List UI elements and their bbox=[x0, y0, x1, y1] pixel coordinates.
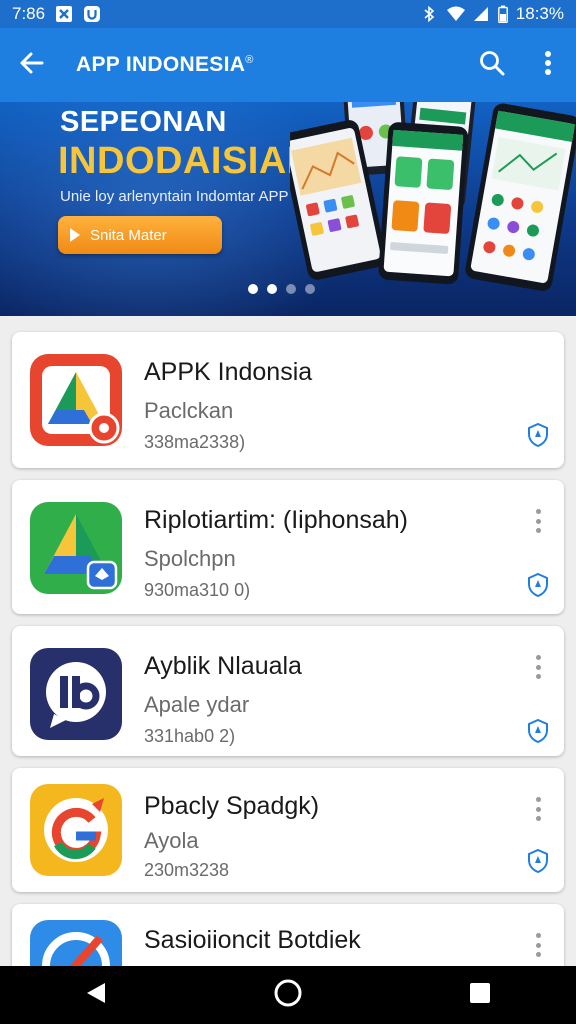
app-list-item[interactable]: Riplotiartim: (Iiphonsah) Spolchpn 930ma… bbox=[12, 480, 564, 614]
nav-home-icon bbox=[273, 978, 303, 1013]
pager-dot[interactable] bbox=[248, 284, 258, 294]
shield-icon bbox=[528, 422, 548, 448]
app-list[interactable]: APPK Indonsia Paclckan 338ma2338) Riplot… bbox=[0, 316, 576, 966]
app-name: Sasioiioncit Botdiek bbox=[144, 926, 361, 954]
app-blue-icon bbox=[30, 920, 122, 966]
phones-illustration bbox=[290, 102, 576, 291]
app-meta: 331hab0 2) bbox=[144, 726, 236, 746]
shield-button[interactable] bbox=[526, 718, 550, 744]
notification-app-icon bbox=[83, 5, 101, 23]
app-category: Ayola bbox=[144, 828, 199, 853]
app-title-text: APP INDONESIA bbox=[76, 53, 246, 76]
more-options-button[interactable] bbox=[526, 506, 550, 536]
more-vert-icon bbox=[544, 50, 552, 81]
shield-icon bbox=[528, 718, 548, 744]
app-navy-icon bbox=[30, 648, 122, 740]
app-name: Pbacly Spadgk) bbox=[144, 792, 320, 820]
banner-cta-button[interactable]: Snita Mater bbox=[58, 216, 222, 254]
overflow-menu-button[interactable] bbox=[520, 28, 576, 102]
app-name: Ayblik Nlauala bbox=[144, 652, 302, 680]
app-name: APPK Indonsia bbox=[144, 358, 313, 386]
app-meta: 230m3238 bbox=[144, 860, 230, 880]
banner-cta-label: Snita Mater bbox=[90, 226, 167, 244]
banner-headline-2: INDODAISIAI bbox=[58, 140, 298, 182]
app-category: Spolchpn bbox=[144, 546, 236, 571]
banner-headline-1: SEPEONAN bbox=[60, 106, 227, 138]
wifi-icon bbox=[446, 5, 465, 23]
shield-icon bbox=[528, 848, 548, 874]
app-list-item[interactable]: Sasioiioncit Botdiek bbox=[12, 904, 564, 966]
registered-mark: ® bbox=[245, 54, 254, 66]
app-list-item[interactable]: APPK Indonsia Paclckan 338ma2338) bbox=[12, 332, 564, 468]
app-list-item[interactable]: Pbacly Spadgk) Ayola 230m3238 bbox=[12, 768, 564, 892]
app-bar: APP INDONESIA® bbox=[0, 28, 576, 102]
nav-recents-icon bbox=[468, 981, 492, 1010]
shield-button[interactable] bbox=[526, 572, 550, 598]
status-time: 7:86 bbox=[12, 4, 46, 23]
app-list-item[interactable]: Ayblik Nlauala Apale ydar 331hab0 2) bbox=[12, 626, 564, 756]
nav-home-button[interactable] bbox=[258, 966, 318, 1024]
nav-recents-button[interactable] bbox=[450, 966, 510, 1024]
app-green-icon bbox=[30, 502, 122, 594]
shield-button[interactable] bbox=[526, 848, 550, 874]
nav-back-icon bbox=[83, 980, 109, 1011]
notification-x-icon bbox=[55, 5, 73, 23]
play-icon bbox=[70, 228, 80, 242]
pager-dot[interactable] bbox=[267, 284, 277, 294]
app-name: Riplotiartim: (Iiphonsah) bbox=[144, 506, 408, 534]
signal-icon bbox=[472, 5, 490, 23]
more-options-button[interactable] bbox=[526, 652, 550, 682]
promo-banner[interactable]: SEPEONAN INDODAISIAI Unie loy arlenyntai… bbox=[0, 102, 576, 316]
shield-button[interactable] bbox=[526, 422, 550, 448]
back-arrow-icon bbox=[18, 49, 46, 82]
bluetooth-icon bbox=[420, 5, 438, 23]
back-button[interactable] bbox=[0, 28, 64, 102]
app-yellow-icon bbox=[30, 784, 122, 876]
app-red-icon bbox=[30, 354, 122, 446]
app-title: APP INDONESIA® bbox=[76, 53, 254, 77]
nav-back-button[interactable] bbox=[66, 966, 126, 1024]
banner-subtitle: Unie loy arlenyntain Indomtar APP bbox=[60, 188, 289, 205]
shield-icon bbox=[528, 572, 548, 598]
app-meta: 338ma2338) bbox=[144, 432, 246, 452]
search-icon bbox=[478, 49, 506, 82]
more-options-button[interactable] bbox=[526, 930, 550, 960]
system-nav-bar bbox=[0, 966, 576, 1024]
battery-level: 18:3% bbox=[515, 4, 564, 23]
more-options-button[interactable] bbox=[526, 794, 550, 824]
status-bar: 7:86 18:3% bbox=[0, 0, 576, 28]
search-button[interactable] bbox=[464, 28, 520, 102]
app-category: Paclckan bbox=[144, 398, 234, 423]
app-category: Apale ydar bbox=[144, 692, 250, 717]
battery-icon bbox=[497, 5, 508, 24]
app-meta: 930ma310 0) bbox=[144, 580, 251, 600]
